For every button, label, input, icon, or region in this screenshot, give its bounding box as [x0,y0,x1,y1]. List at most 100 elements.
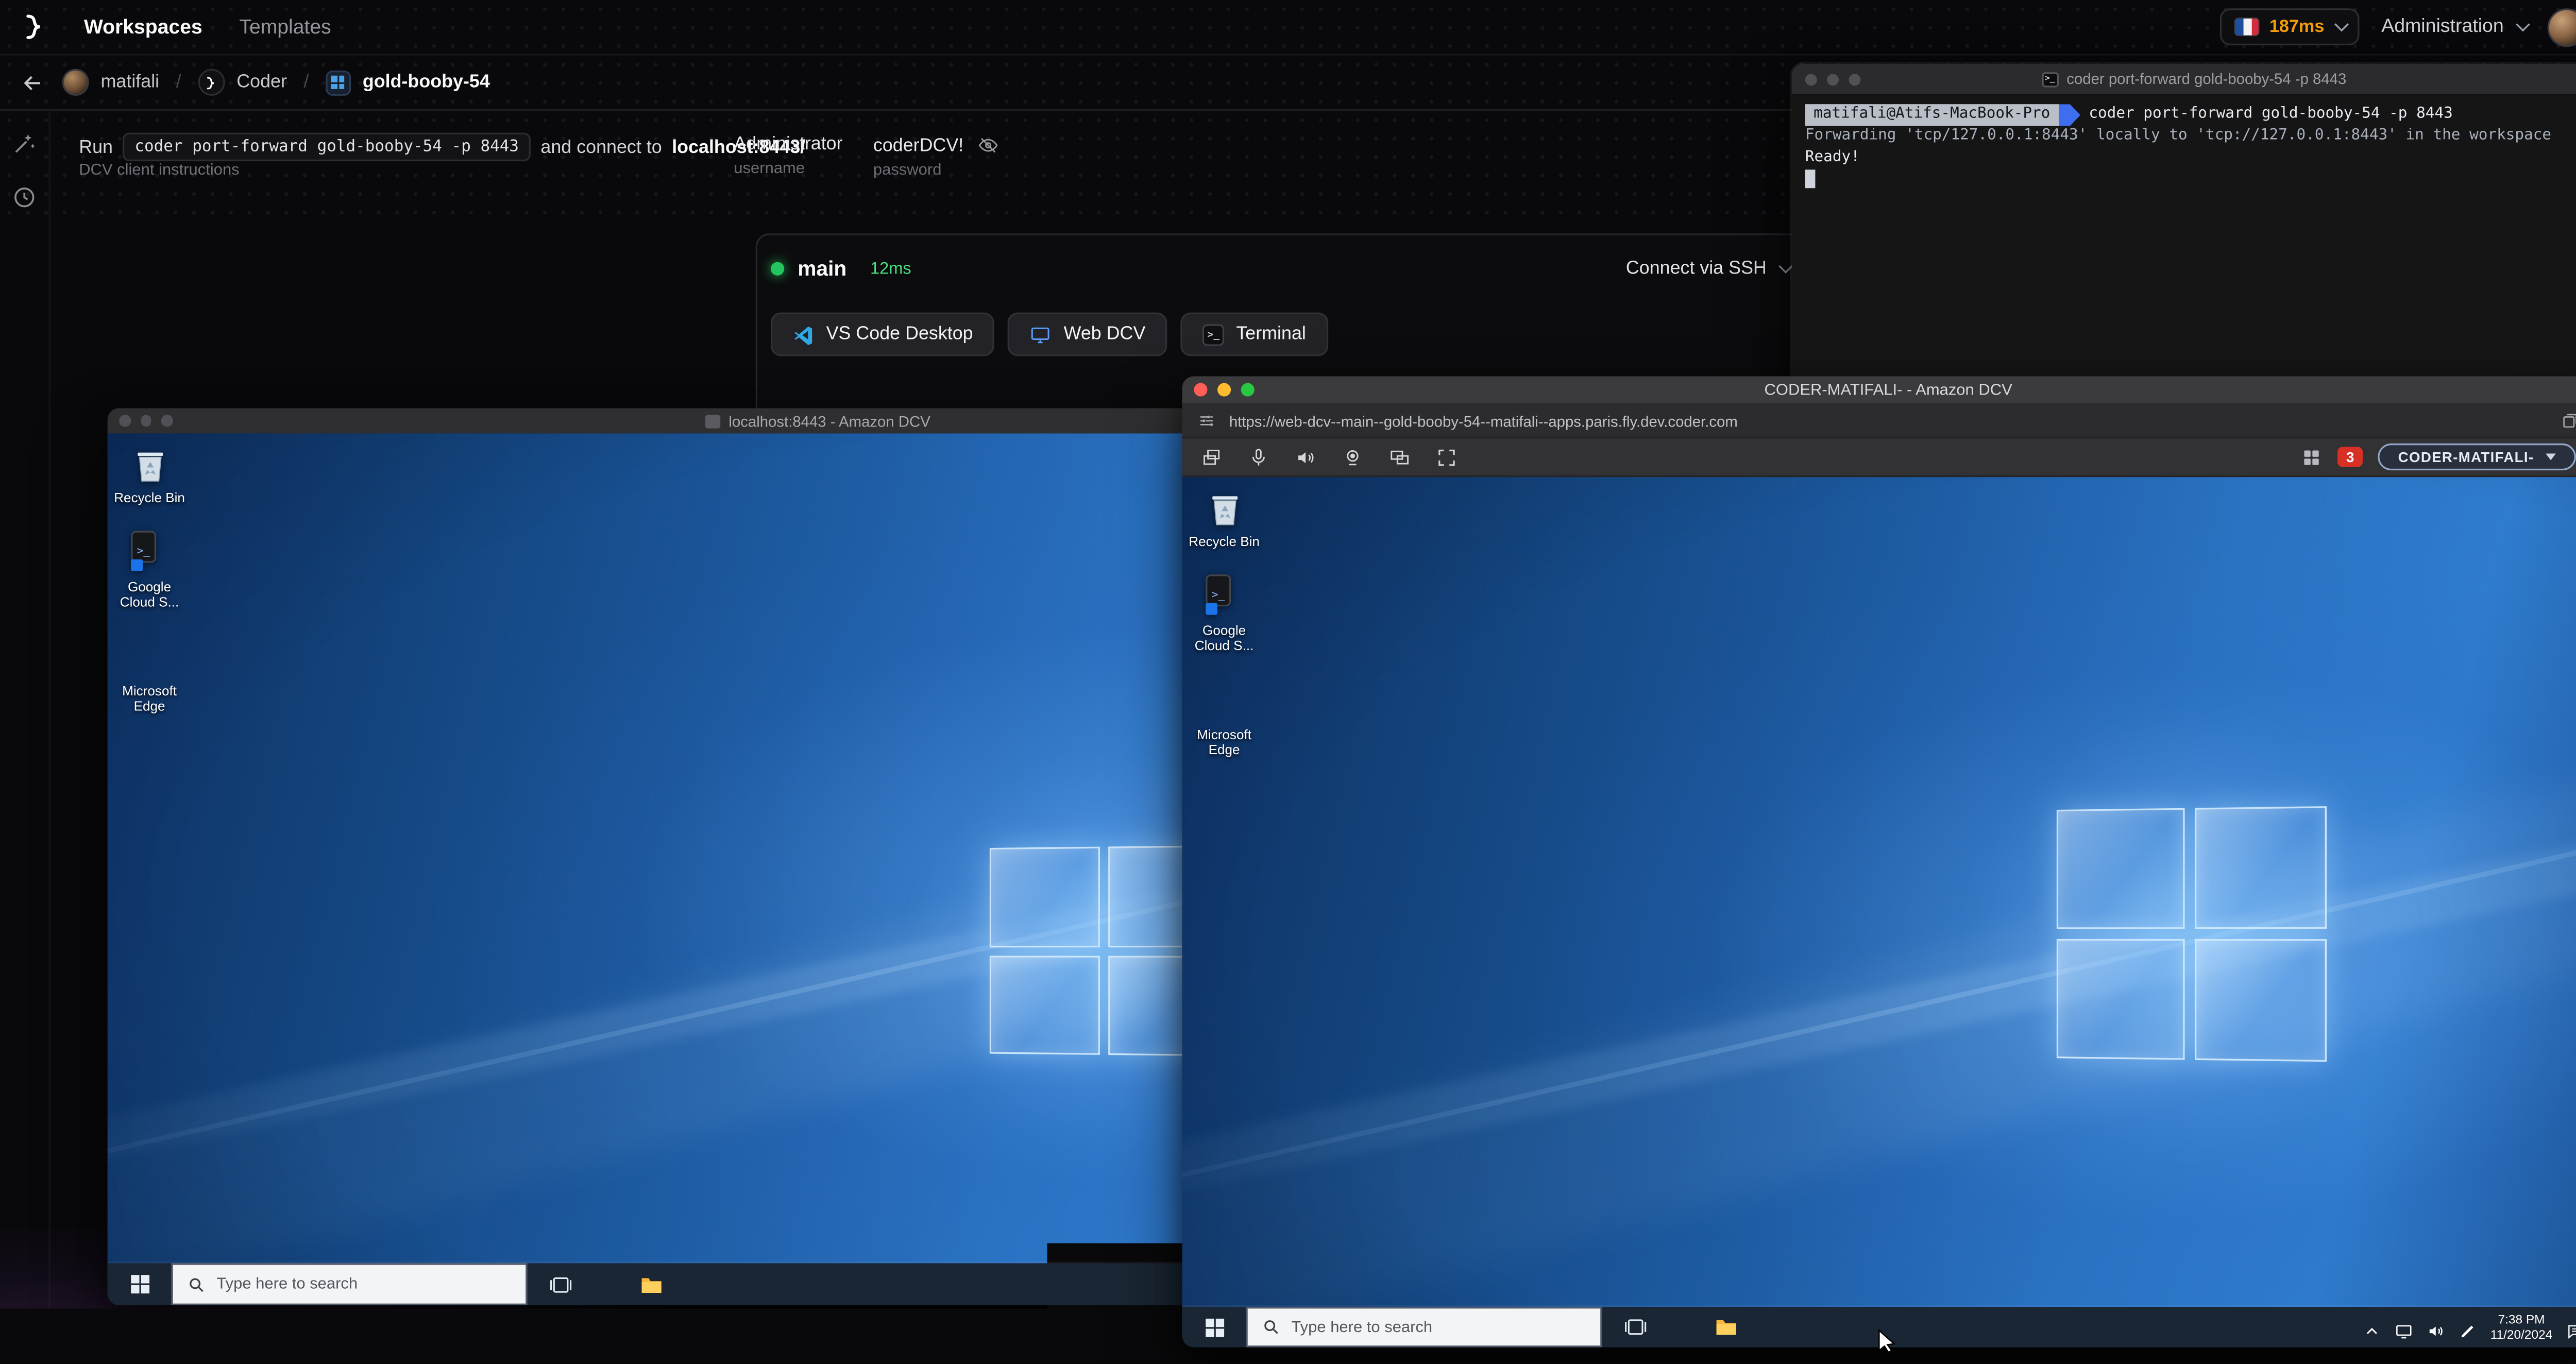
multi-monitor-icon[interactable] [1389,446,1411,468]
session-windows-icon[interactable] [1200,446,1222,468]
start-button[interactable] [1182,1307,1246,1347]
edge-icon [128,636,170,678]
terminal-glyph-icon: >_ [2041,72,2058,87]
edge-taskbar-icon[interactable] [1669,1315,1693,1339]
history-clock-icon[interactable] [12,185,37,210]
google-cloud-sdk-shortcut[interactable]: >_ Google Cloud S... [1184,575,1264,655]
terminal-ready-line: Ready! [1805,148,2576,169]
microsoft-edge-shortcut[interactable]: Microsoft Edge [109,636,190,715]
terminal-titlebar[interactable]: >_ coder port-forward gold-booby-54 -p 8… [1792,64,2576,96]
taskbar-clock[interactable]: 7:38 PM 11/20/2024 [2490,1312,2553,1342]
windows-start-icon [1205,1318,1224,1336]
file-explorer-icon[interactable] [640,1272,664,1296]
port-forward-command-chip[interactable]: coder port-forward gold-booby-54 -p 8443 [123,133,531,161]
terminal-output: matifali@Atifs-MacBook-Pro coder port-for… [1792,96,2576,200]
port-forward-instruction: Run coder port-forward gold-booby-54 -p … [79,133,805,161]
window-controls[interactable] [119,415,172,426]
windows-desktop-front: Recycle Bin >_ Google Cloud S... Microso… [1182,477,2576,1347]
tray-pen-icon[interactable] [2459,1318,2477,1336]
administration-menu[interactable]: Administration [2381,17,2526,37]
terminal-window-title: coder port-forward gold-booby-54 -p 8443 [2066,71,2346,88]
breadcrumb-org[interactable]: Coder [198,69,287,96]
breadcrumb-separator: / [176,72,181,92]
task-view-icon[interactable] [1624,1315,1648,1339]
username-label: username [734,160,842,178]
breadcrumb-workspace-label: gold-booby-54 [363,72,490,92]
vscode-desktop-label: VS Code Desktop [826,324,973,344]
latency-region-selector[interactable]: 187ms [2221,8,2360,45]
coder-avatar-icon [198,69,225,96]
microphone-icon[interactable] [1248,446,1269,468]
eye-off-icon[interactable] [977,134,998,156]
left-sidebar [0,111,50,1364]
start-button[interactable] [108,1263,172,1305]
task-view-icon[interactable] [549,1272,573,1296]
taskbar-search-input[interactable]: Type here to search [171,1263,527,1305]
window-controls[interactable] [1805,73,1861,85]
recycle-bin-shortcut[interactable]: Recycle Bin [109,444,190,507]
dcv-client-instructions-link[interactable]: DCV client instructions [79,161,239,180]
webcam-icon[interactable] [1342,446,1363,468]
copy-page-icon[interactable] [2561,412,2576,430]
connect-via-ssh-label: Connect via SSH [1626,259,1767,279]
search-placeholder: Type here to search [1291,1318,1432,1336]
france-flag-icon [2236,19,2260,36]
desktop-icon-label: Recycle Bin [1189,534,1260,550]
edge-taskbar-icon[interactable] [595,1272,618,1296]
breadcrumb-user[interactable]: matifali [62,69,160,96]
user-avatar[interactable] [2548,8,2576,46]
vscode-icon [792,323,814,345]
breadcrumb-workspace[interactable]: gold-booby-54 [326,70,490,95]
console-icon: >_ [1203,575,1245,618]
chevron-down-icon [2335,18,2349,32]
terminal-command: coder port-forward gold-booby-54 -p 8443 [2089,106,2452,123]
dcv-front-titlebar[interactable]: CODER-MATIFALI- - Amazon DCV [1182,376,2576,404]
tray-chevron-up-icon[interactable] [2363,1318,2381,1336]
edge-icon [1203,680,1245,722]
breadcrumb-user-label: matifali [101,72,160,92]
vscode-desktop-button[interactable]: VS Code Desktop [771,313,995,356]
magic-wand-icon[interactable] [12,131,37,156]
traffic-light-controls[interactable] [1194,383,1254,397]
terminal-label: Terminal [1236,324,1306,344]
chevron-down-icon [1778,259,1793,274]
breadcrumb-separator: / [304,72,309,92]
agent-apps: VS Code Desktop Web DCV >_ Terminal [757,297,1808,371]
desktop-icon-label: Microsoft Edge [1184,727,1264,759]
notification-badge[interactable]: 3 [2337,447,2363,467]
prompt-host: matifali@Atifs-MacBook-Pro [1805,104,2059,126]
tray-display-icon[interactable] [2395,1318,2413,1336]
recycle-bin-shortcut[interactable]: Recycle Bin [1184,487,1264,551]
speaker-icon[interactable] [1295,446,1316,468]
taskbar-search-input[interactable]: Type here to search [1246,1307,1602,1347]
coder-logo-icon[interactable] [17,10,50,44]
nav-templates[interactable]: Templates [239,15,331,39]
password-value: coderDCV! [873,135,963,156]
fullscreen-icon[interactable] [1436,446,1458,468]
nav-workspaces[interactable]: Workspaces [84,15,202,39]
desktop-icon-label: Microsoft Edge [109,684,190,716]
connect-via-ssh-button[interactable]: Connect via SSH [1626,259,1788,279]
mouse-cursor [1877,1329,1896,1353]
url-text[interactable]: https://web-dcv--main--gold-booby-54--ma… [1229,413,2548,430]
terminal-prompt-line: matifali@Atifs-MacBook-Pro coder port-for… [1805,104,2576,126]
action-center-icon[interactable] [2566,1318,2576,1336]
password-credential: coderDCV! password [873,134,999,180]
terminal-button[interactable]: >_ Terminal [1181,313,1328,356]
terminal-cursor-line [1805,169,2576,191]
shortcut-badge [131,559,143,571]
screen: Workspaces Templates 187ms Administratio… [0,0,2576,1364]
apps-grid-icon[interactable] [2301,446,2323,468]
file-explorer-icon[interactable] [1715,1315,1738,1339]
recycle-bin-icon [128,444,170,486]
microsoft-edge-shortcut[interactable]: Microsoft Edge [1184,680,1264,759]
administration-label: Administration [2381,17,2504,37]
web-dcv-button[interactable]: Web DCV [1008,313,1167,356]
tray-volume-icon[interactable] [2427,1318,2445,1336]
google-cloud-sdk-shortcut[interactable]: >_ Google Cloud S... [109,532,190,611]
site-settings-icon[interactable] [1197,412,1216,430]
back-arrow-icon[interactable] [20,70,45,95]
search-icon [188,1276,205,1293]
username-value: Administrator [734,134,842,155]
session-name-button[interactable]: CODER-MATIFALI- [2378,444,2576,470]
